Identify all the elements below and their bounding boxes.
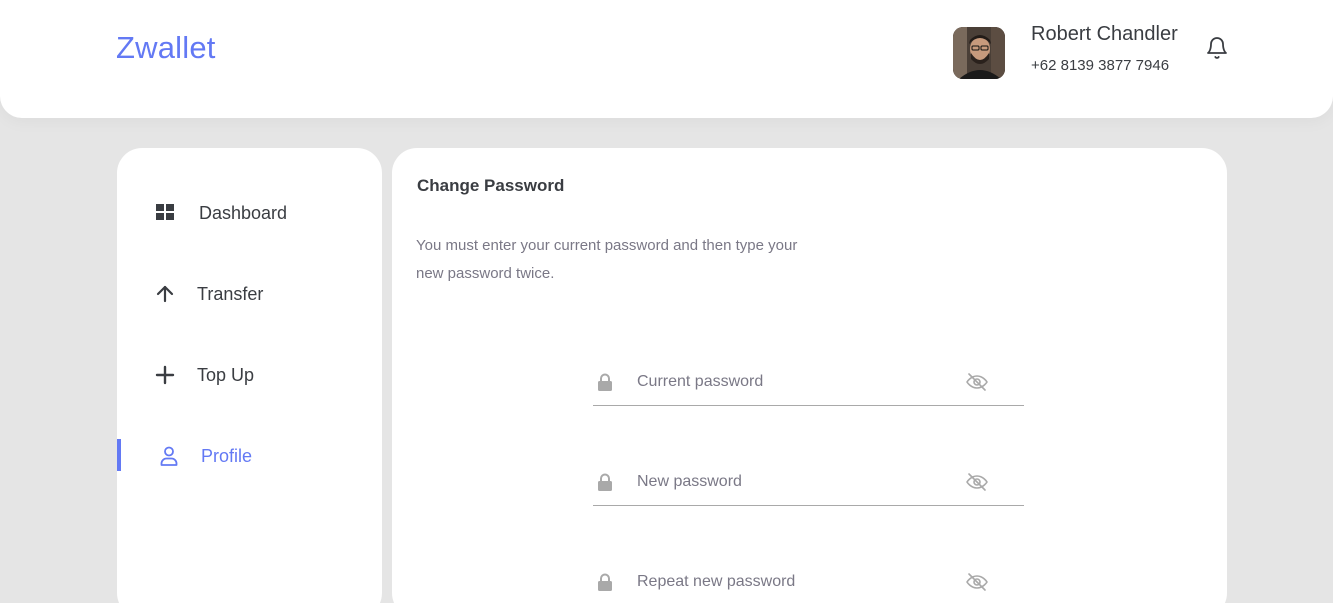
user-phone: +62 8139 3877 7946 [1031,57,1170,74]
lock-icon [597,473,613,491]
sidebar-item-label: Transfer [197,283,264,304]
page-description: You must enter your current password and… [416,237,798,282]
lock-icon [597,573,613,591]
change-password-panel: Change Password You must enter your curr… [392,148,1227,603]
repeat-password-input[interactable] [637,570,957,594]
arrow-up-icon [153,282,177,306]
new-password-field [593,464,1024,506]
top-header: Zwallet Robert Chandler +62 8139 3877 79… [0,0,1333,118]
sidebar: Dashboard Transfer Top Up Profile [117,148,382,603]
dashboard-grid-icon [155,203,175,223]
eye-crossed-icon[interactable] [966,572,988,592]
sidebar-item-label: Dashboard [199,202,288,223]
sidebar-item-label: Top Up [197,364,255,385]
sidebar-item-dashboard[interactable]: Dashboard [117,196,382,230]
eye-crossed-icon[interactable] [966,372,988,392]
sidebar-item-profile[interactable]: Profile [117,439,382,473]
sidebar-item-label: Profile [201,445,253,466]
new-password-input[interactable] [637,470,957,494]
user-name: Robert Chandler [1031,23,1178,45]
notification-bell-icon[interactable] [1205,36,1229,60]
repeat-password-field [593,564,1024,603]
current-password-field [593,364,1024,406]
active-indicator [117,439,121,471]
sidebar-item-transfer[interactable]: Transfer [117,277,382,311]
user-icon [157,444,181,468]
current-password-input[interactable] [637,370,957,394]
avatar[interactable] [953,27,1005,79]
page-title: Change Password [417,176,565,195]
sidebar-item-top-up[interactable]: Top Up [117,358,382,392]
brand-logo[interactable]: Zwallet [116,30,216,66]
eye-crossed-icon[interactable] [966,472,988,492]
lock-icon [597,373,613,391]
plus-icon [153,363,177,387]
avatar-photo-icon [953,27,1005,79]
